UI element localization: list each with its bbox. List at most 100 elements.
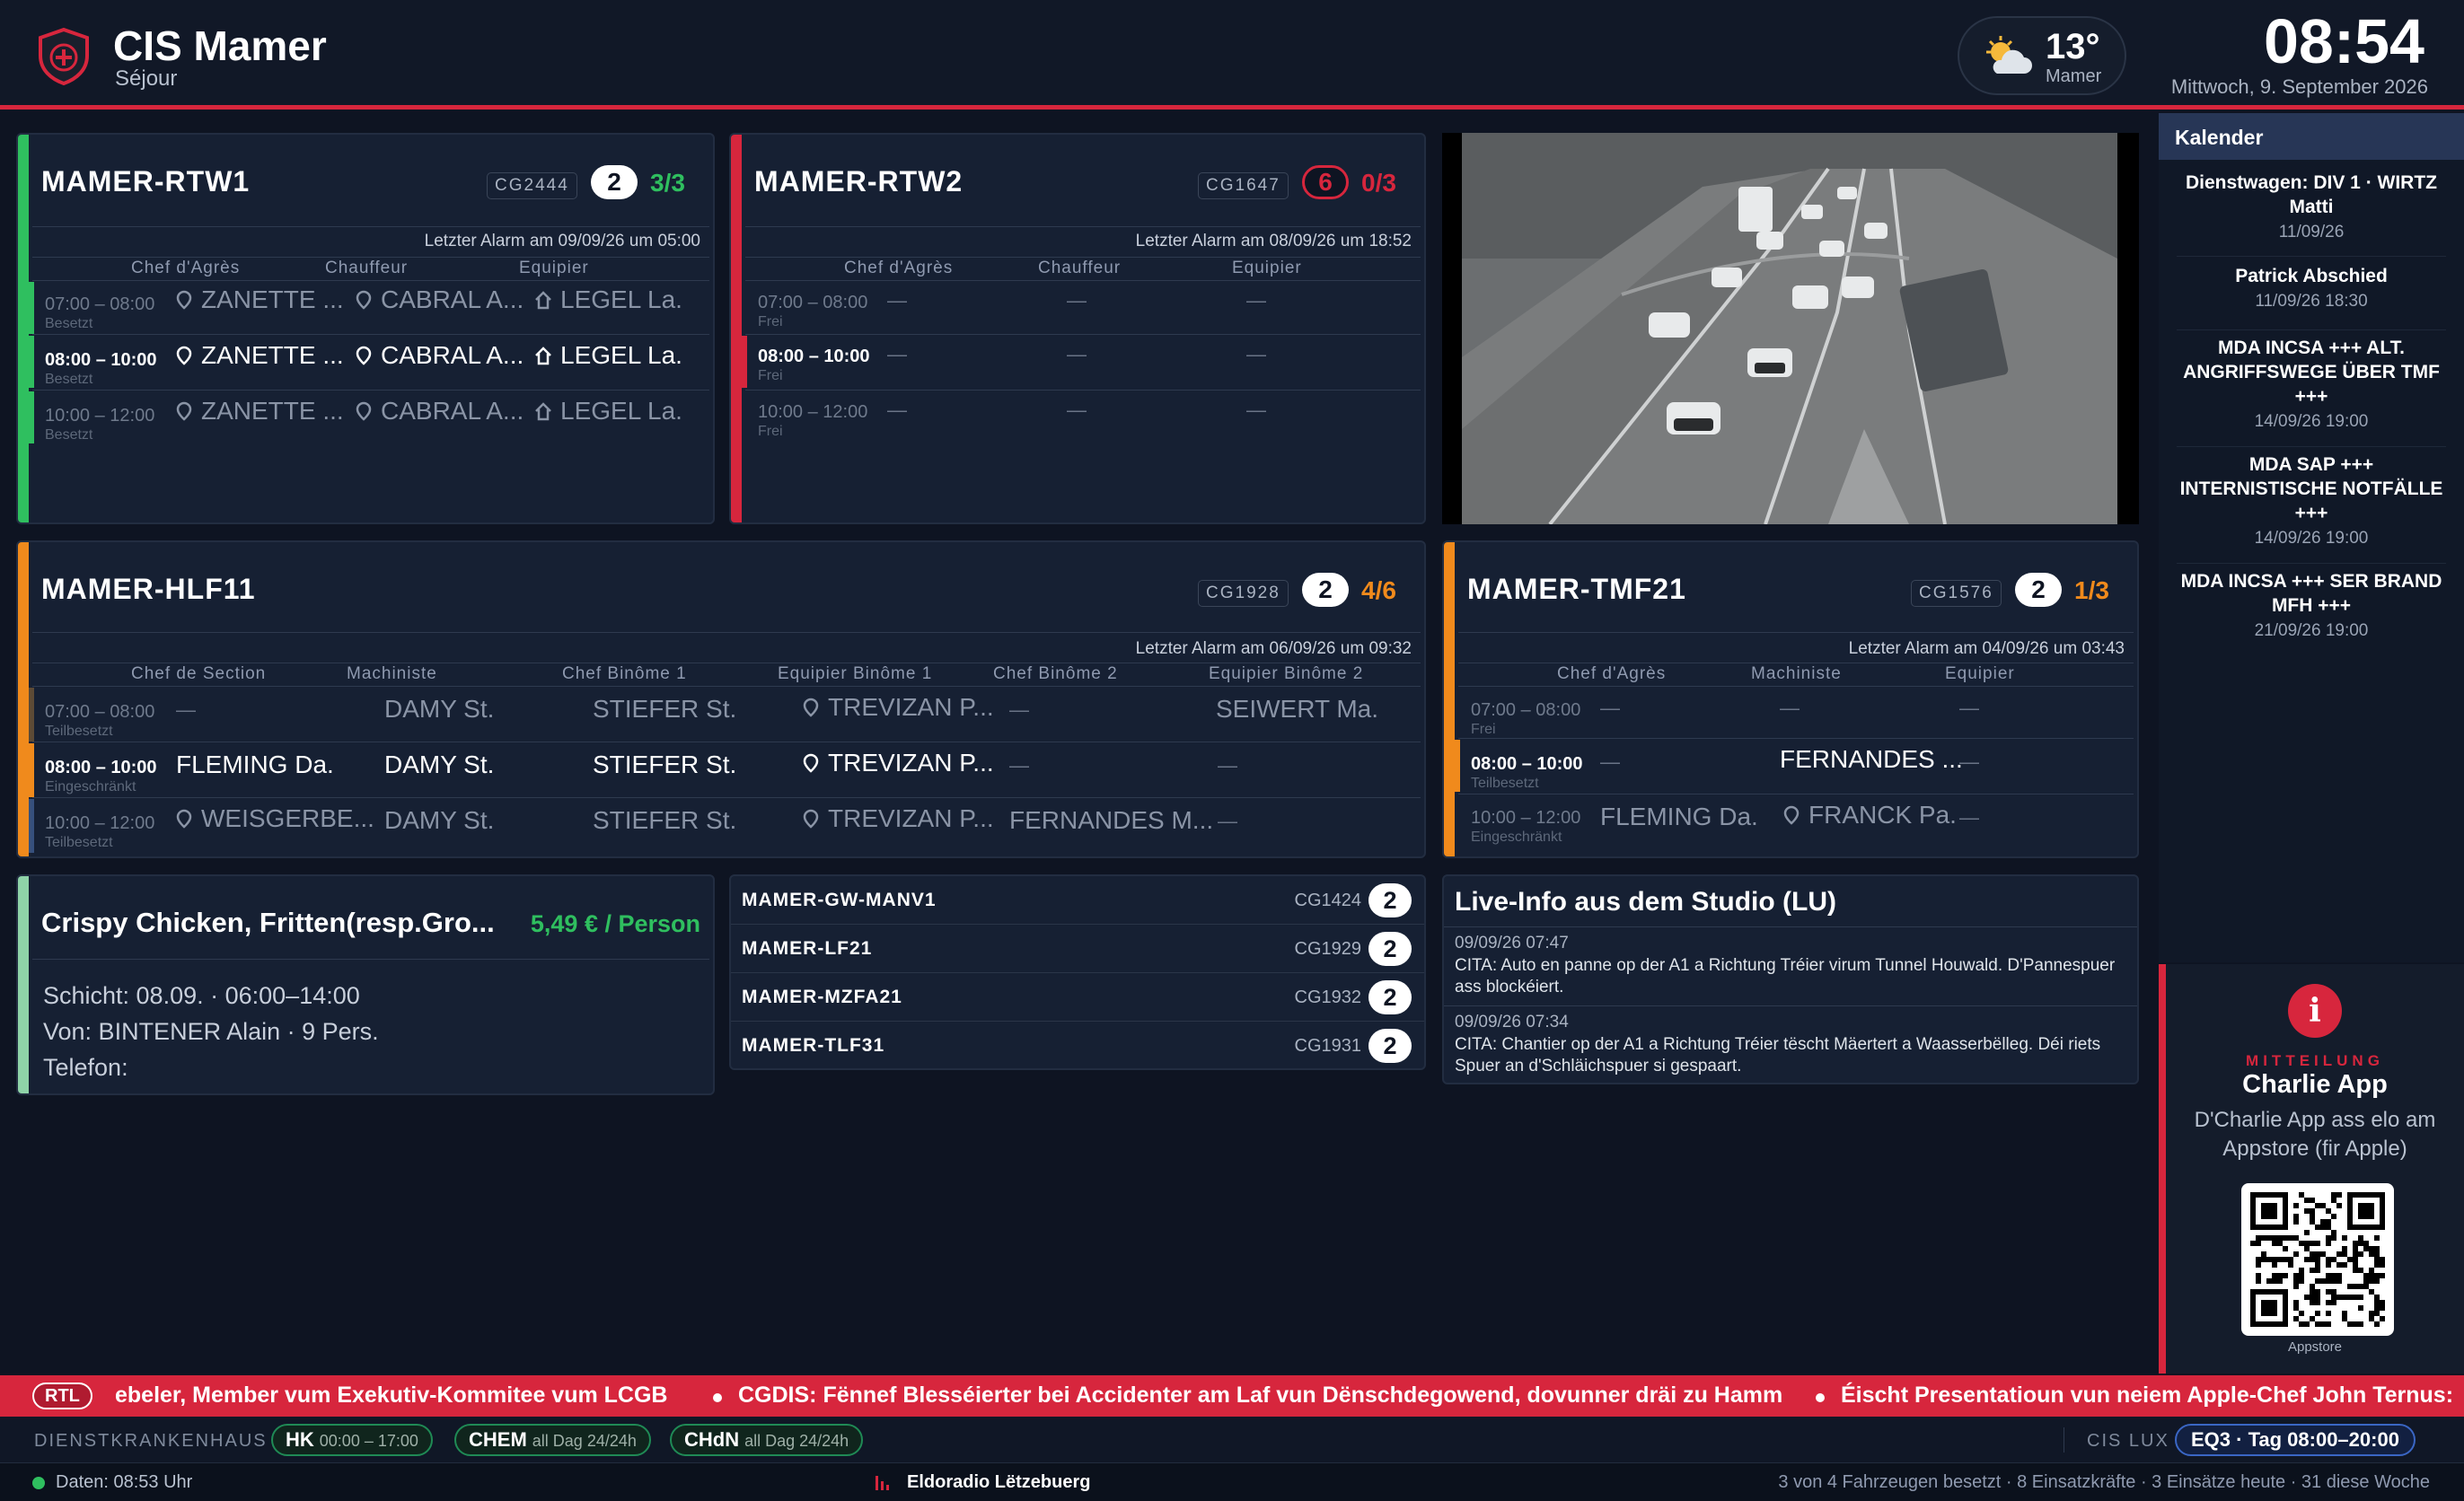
- shield-icon: [39, 27, 89, 86]
- vehicle-card-rtw2[interactable]: MAMER-RTW2 CG1647 6 0/3 Letzter Alarm am…: [729, 133, 1426, 524]
- calendar-item[interactable]: Dienstwagen: DIV 1 · WIRTZ Matti 11/09/26: [2177, 171, 2446, 257]
- vehicle-cg: CG1576: [1911, 580, 2002, 607]
- crew-member[interactable]: ZANETTE ...: [176, 341, 344, 370]
- notice-label: MITTEILUNG: [2246, 1052, 2384, 1069]
- live-text: CITA: Auto en panne op der A1 a Richtung…: [1455, 956, 2116, 996]
- empty-slot[interactable]: —: [887, 289, 907, 312]
- empty-slot[interactable]: —: [1600, 750, 1620, 774]
- row-time: 08:00 – 10:00: [45, 350, 157, 370]
- crew-member[interactable]: TREVIZAN P...: [803, 749, 994, 777]
- crew-member[interactable]: ZANETTE ...: [176, 285, 344, 314]
- crew-member[interactable]: LEGEL La.: [535, 285, 682, 314]
- empty-slot[interactable]: —: [1246, 399, 1266, 422]
- calendar-panel: Kalender Dienstwagen: DIV 1 · WIRTZ Matt…: [2159, 113, 2464, 962]
- list-item[interactable]: MAMER-MZFA21 CG1932 2: [731, 973, 1424, 1022]
- crew-member[interactable]: FLEMING Da.: [176, 750, 334, 779]
- meal-title: Crispy Chicken, Fritten(resp.Gro...: [41, 907, 495, 938]
- calendar-item[interactable]: Patrick Abschied 11/09/26 18:30: [2177, 264, 2446, 330]
- row-time: 07:00 – 08:00: [758, 293, 868, 312]
- header: CIS Mamer Séjour 13° Mamer 08:54 Mittwoc…: [0, 0, 2464, 110]
- empty-slot[interactable]: —: [1959, 806, 1979, 830]
- vehicle-card-rtw1[interactable]: MAMER-RTW1 CG2444 2 3/3 Letzter Alarm am…: [16, 133, 715, 524]
- empty-slot[interactable]: —: [176, 698, 196, 722]
- vehicle-name: MAMER-RTW1: [41, 165, 251, 198]
- empty-slot[interactable]: —: [1009, 698, 1029, 722]
- crew-member[interactable]: DAMY St.: [384, 695, 494, 724]
- crew-member[interactable]: DAMY St.: [384, 750, 494, 779]
- empty-slot[interactable]: —: [1218, 754, 1237, 777]
- station-name: CIS Mamer: [113, 22, 327, 69]
- empty-slot[interactable]: —: [1959, 750, 1979, 774]
- last-alarm: Letzter Alarm am 09/09/26 um 05:00: [424, 232, 700, 250]
- crew-member[interactable]: ZANETTE ...: [176, 397, 344, 426]
- pin-icon: [176, 346, 192, 365]
- crew-member[interactable]: FLEMING Da.: [1600, 803, 1758, 831]
- crew-member[interactable]: TREVIZAN P...: [803, 693, 994, 722]
- empty-slot[interactable]: —: [1246, 343, 1266, 366]
- empty-slot[interactable]: —: [1959, 697, 1979, 720]
- crew-member[interactable]: STIEFER St.: [593, 806, 736, 835]
- home-icon: [535, 347, 551, 365]
- alarm-count-badge: 2: [1302, 573, 1349, 607]
- other-vehicles-list: MAMER-GW-MANV1 CG1424 2 MAMER-LF21 CG1929 2 …: [729, 874, 1426, 1070]
- crew-member[interactable]: LEGEL La.: [535, 341, 682, 370]
- empty-slot[interactable]: —: [1067, 399, 1087, 422]
- hospital-pill[interactable]: CHEM all Dag 24/24h: [454, 1424, 651, 1456]
- list-item[interactable]: MAMER-LF21 CG1929 2: [731, 925, 1424, 973]
- empty-slot[interactable]: —: [1218, 810, 1237, 833]
- live-time: 09/09/26 07:34: [1455, 1013, 1569, 1031]
- crew-member[interactable]: DAMY St.: [384, 806, 494, 835]
- crew-ratio: 1/3: [2074, 576, 2109, 604]
- row-time: 10:00 – 12:00: [45, 406, 155, 426]
- list-item[interactable]: MAMER-GW-MANV1 CG1424 2: [731, 876, 1424, 925]
- hospital-bar: DIENSTKRANKENHAUS HK 00:00 – 17:00 CHEM al…: [0, 1417, 2464, 1463]
- calendar-item[interactable]: MDA INCSA +++ ALT. ANGRIFFSWEGE ÜBER TMF…: [2177, 336, 2446, 447]
- empty-slot[interactable]: —: [1600, 697, 1620, 720]
- pin-icon: [803, 809, 819, 829]
- notice-title: Charlie App: [2242, 1070, 2388, 1099]
- empty-slot[interactable]: —: [887, 399, 907, 422]
- vehicle-card-hlf11[interactable]: MAMER-HLF11 CG1928 2 4/6 Letzter Alarm a…: [16, 540, 1426, 858]
- calendar-item[interactable]: MDA SAP +++ INTERNISTISCHE NOTFÄLLE +++ 1…: [2177, 452, 2446, 564]
- crew-member[interactable]: CABRAL A...: [356, 341, 524, 370]
- radio-station[interactable]: Eldoradio Lëtzebuerg: [907, 1472, 1090, 1493]
- crew-ratio: 3/3: [650, 169, 685, 197]
- qr-code[interactable]: [2241, 1183, 2394, 1336]
- last-alarm: Letzter Alarm am 04/09/26 um 03:43: [1848, 639, 2125, 658]
- traffic-camera[interactable]: [1442, 133, 2139, 524]
- notice-panel[interactable]: i MITTEILUNG Charlie App D'Charlie App a…: [2159, 964, 2464, 1374]
- crew-member[interactable]: FRANCK Pa.: [1783, 801, 1957, 830]
- crew-member[interactable]: STIEFER St.: [593, 750, 736, 779]
- empty-slot[interactable]: —: [1780, 697, 1800, 720]
- hospital-pill[interactable]: CHdN all Dag 24/24h: [670, 1424, 864, 1456]
- pin-icon: [176, 401, 192, 421]
- hospital-pill[interactable]: HK 00:00 – 17:00: [271, 1424, 433, 1456]
- row-status: Teilbesetzt: [45, 724, 113, 739]
- crew-member[interactable]: FERNANDES M...: [1009, 806, 1213, 835]
- row-time: 07:00 – 08:00: [1471, 700, 1581, 720]
- crew-member[interactable]: SEIWERT Ma.: [1216, 695, 1378, 724]
- empty-slot[interactable]: —: [1246, 289, 1266, 312]
- crew-member[interactable]: STIEFER St.: [593, 695, 736, 724]
- calendar-item[interactable]: MDA INCSA +++ SER BRAND MFH +++ 21/09/26 …: [2177, 569, 2446, 659]
- col-header: Equipier: [1945, 664, 2015, 683]
- live-time: 09/09/26 07:47: [1455, 934, 1569, 952]
- vehicle-cg: CG1928: [1198, 580, 1289, 607]
- crew-member[interactable]: LEGEL La.: [535, 397, 682, 426]
- crew-member[interactable]: CABRAL A...: [356, 285, 524, 314]
- weather-widget: 13° Mamer: [1958, 16, 2126, 95]
- empty-slot[interactable]: —: [1067, 343, 1087, 366]
- cislux-badge[interactable]: EQ3 · Tag 08:00–20:00: [2175, 1424, 2416, 1456]
- crew-member[interactable]: WEISGERBE...: [176, 804, 374, 833]
- vehicle-card-tmf21[interactable]: MAMER-TMF21 CG1576 2 1/3 Letzter Alarm a…: [1442, 540, 2139, 858]
- empty-slot[interactable]: —: [1067, 289, 1087, 312]
- empty-slot[interactable]: —: [887, 343, 907, 366]
- row-time: 08:00 – 10:00: [758, 347, 870, 366]
- crew-member[interactable]: TREVIZAN P...: [803, 804, 994, 833]
- row-time: 07:00 – 08:00: [45, 702, 155, 722]
- list-item[interactable]: MAMER-TLF31 CG1931 2: [731, 1022, 1424, 1068]
- empty-slot[interactable]: —: [1009, 754, 1029, 777]
- meal-card[interactable]: Crispy Chicken, Fritten(resp.Gro... 5,49…: [16, 874, 715, 1095]
- crew-member[interactable]: CABRAL A...: [356, 397, 524, 426]
- crew-member[interactable]: FERNANDES ...: [1780, 745, 1963, 774]
